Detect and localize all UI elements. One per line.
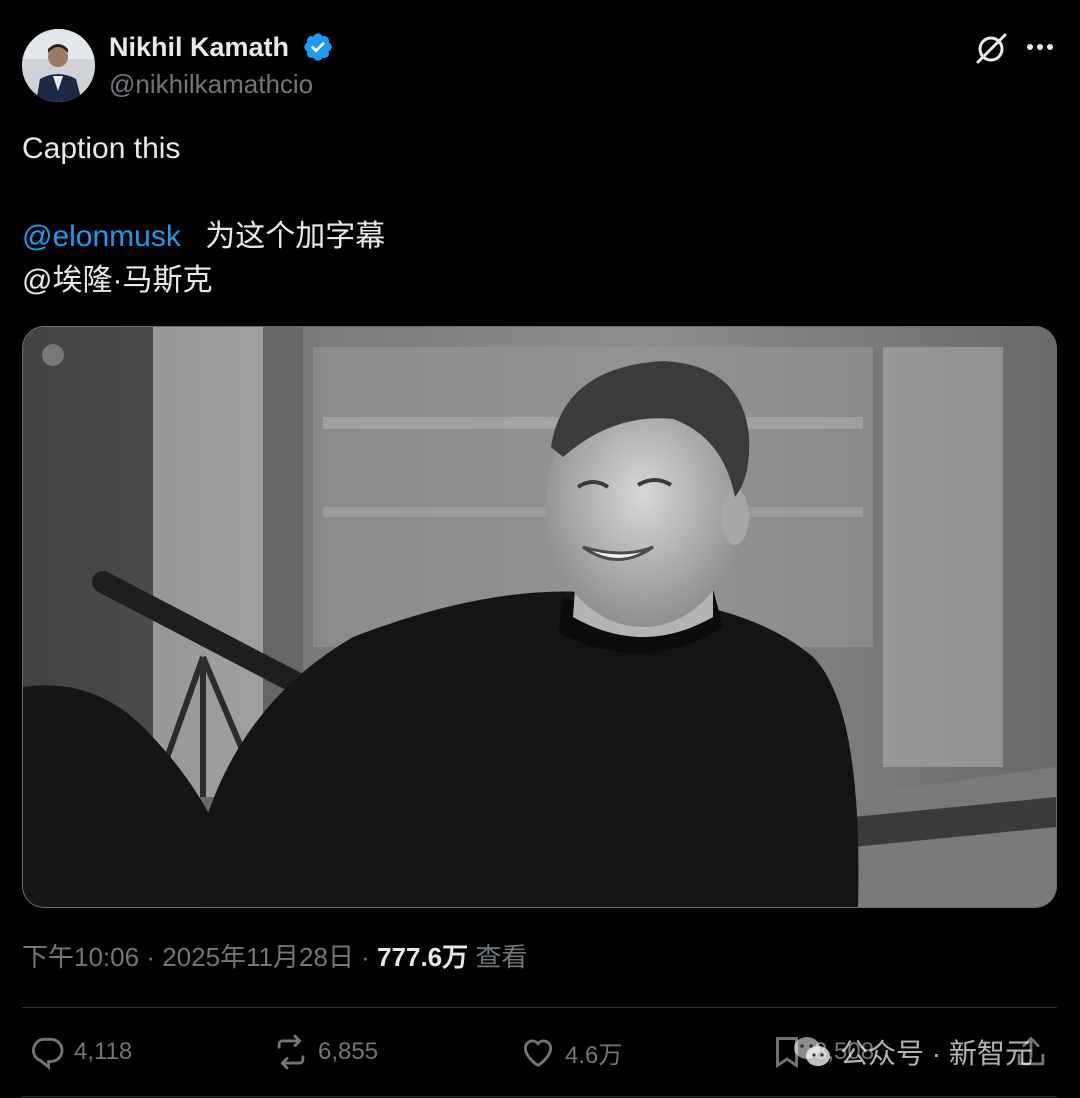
- grok-icon[interactable]: [972, 30, 1010, 68]
- post-date[interactable]: 2025年11月28日: [162, 942, 354, 972]
- meta-separator: ·: [139, 942, 163, 972]
- divider: [22, 1007, 1057, 1008]
- view-count: 777.6万: [377, 942, 469, 972]
- repost-icon: [277, 1034, 305, 1070]
- photo-image: [23, 327, 1056, 907]
- translated-mention: @埃隆·马斯克: [22, 264, 213, 297]
- mention-link[interactable]: @elonmusk: [22, 220, 181, 253]
- post-meta: 下午10:06 · 2025年11月28日 · 777.6万 查看: [22, 940, 527, 974]
- repost-count: 6,855: [318, 1038, 379, 1065]
- post-photo[interactable]: [22, 326, 1057, 908]
- author-handle[interactable]: @nikhilkamathcio: [109, 68, 313, 100]
- watermark: 公众号 · 新智元: [792, 1030, 1033, 1074]
- avatar-image: [22, 29, 95, 102]
- like-count: 4.6万: [565, 1041, 623, 1069]
- reply-button[interactable]: 4,118: [28, 1032, 132, 1072]
- bottom-divider: [22, 1096, 1057, 1097]
- wechat-icon: [794, 1037, 830, 1066]
- avatar[interactable]: [22, 29, 95, 102]
- translation-text: 为这个加字幕: [205, 220, 386, 253]
- repost-button[interactable]: 6,855: [272, 1032, 378, 1072]
- reply-count: 4,118: [74, 1038, 133, 1065]
- post-mention-line: @elonmusk 为这个加字幕: [22, 219, 385, 255]
- verified-badge-icon: [304, 33, 332, 61]
- watermark-label: 公众号 · 新智元: [840, 1038, 1033, 1069]
- post-text: Caption this: [22, 132, 181, 165]
- meta-separator: ·: [353, 942, 378, 972]
- like-button[interactable]: 4.6万: [519, 1032, 622, 1072]
- author-display-name[interactable]: Nikhil Kamath: [109, 30, 289, 64]
- more-icon[interactable]: [1025, 35, 1057, 59]
- like-icon: [523, 1039, 553, 1068]
- post-time[interactable]: 下午10:06: [22, 942, 139, 972]
- view-label: 查看: [468, 942, 528, 972]
- reply-icon: [32, 1037, 64, 1071]
